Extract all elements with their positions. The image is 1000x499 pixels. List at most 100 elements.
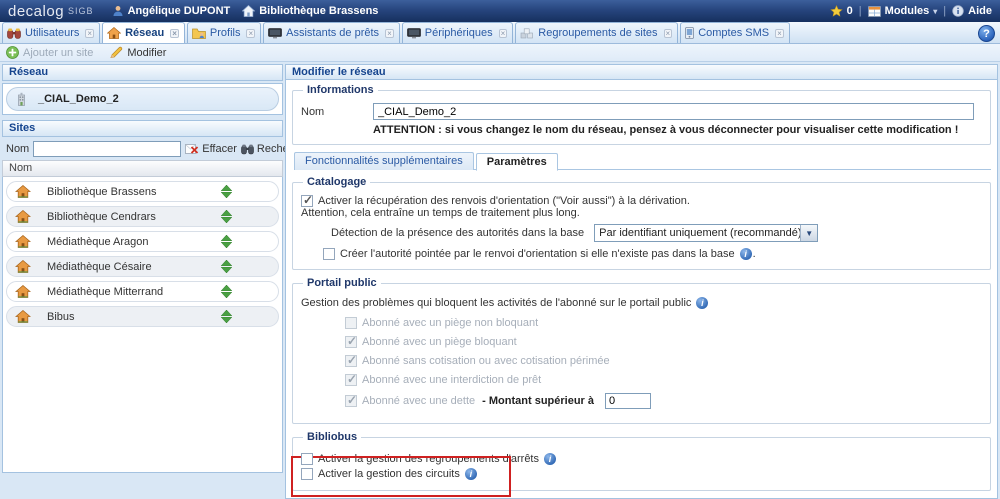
current-user[interactable]: Angélique DUPONT (112, 5, 231, 17)
add-plus-icon (6, 46, 19, 59)
site-label: Bibliothèque Brassens (47, 186, 156, 198)
site-label: Médiathèque Aragon (47, 236, 149, 248)
dette-checkbox (345, 395, 357, 407)
house-icon (15, 185, 31, 198)
tab-close-icon[interactable]: × (85, 29, 94, 38)
site-row-cendrars[interactable]: Bibliothèque Cendrars (6, 206, 279, 227)
regroupements-arrets-checkbox[interactable] (301, 453, 313, 465)
catalogage-legend: Catalogage (303, 176, 370, 188)
tab-close-icon[interactable]: × (775, 29, 784, 38)
tab-profils[interactable]: Profils × (187, 22, 261, 43)
main-tab-bar: Utilisateurs × Réseau × Profils × Assist… (0, 22, 1000, 44)
renvois-orientation-checkbox[interactable] (301, 195, 313, 207)
edit-network-header: Modifier le réseau (285, 64, 998, 80)
user-name: Angélique DUPONT (128, 5, 231, 17)
renvois-orientation-label: Activer la récupération des renvois d'or… (318, 195, 690, 207)
catalogage-fieldset: Catalogage Activer la récupération des r… (292, 176, 991, 270)
informations-legend: Informations (303, 84, 378, 96)
add-site-button[interactable]: Ajouter un site (6, 46, 93, 59)
info-icon[interactable]: i (465, 468, 477, 480)
piege-non-bloquant-label: Abonné avec un piège non bloquant (362, 317, 538, 329)
regroupements-arrets-label: Activer la gestion des regroupements d'a… (318, 453, 539, 465)
tab-label: Réseau (125, 27, 164, 39)
sort-arrows-icon[interactable] (221, 310, 232, 323)
tab-close-icon[interactable]: × (499, 29, 508, 38)
site-name: Bibliothèque Brassens (259, 5, 378, 17)
decalog-logo: decalog (8, 3, 64, 20)
site-search-input[interactable] (33, 141, 181, 157)
info-icon[interactable]: i (740, 248, 752, 260)
site-row-cesaire[interactable]: Médiathèque Césaire (6, 256, 279, 277)
dette-label: Abonné avec une dette (362, 395, 475, 407)
modify-button[interactable]: Modifier (109, 46, 166, 59)
tab-label: Périphériques (425, 27, 493, 39)
tab-comptes-sms[interactable]: Comptes SMS × (680, 22, 790, 43)
tab-reseau[interactable]: Réseau × (102, 22, 185, 43)
portail-intro-text: Gestion des problèmes qui bloquent les a… (301, 297, 691, 309)
home-icon (107, 27, 121, 39)
monitor-icon (407, 28, 421, 39)
tab-close-icon[interactable]: × (170, 29, 179, 38)
select-dropdown-arrow-icon[interactable]: ▼ (800, 225, 817, 241)
site-label: Bibliothèque Cendrars (47, 211, 156, 223)
montant-input[interactable] (605, 393, 651, 409)
clear-red-x-icon (185, 143, 199, 155)
bibliobus-legend: Bibliobus (303, 431, 361, 443)
user-icon (112, 5, 124, 17)
tab-label: Profils (210, 27, 241, 39)
edit-network-body: Informations Nom ATTENTION : si vous cha… (285, 80, 998, 499)
sort-arrows-icon[interactable] (221, 235, 232, 248)
tab-regroupements-de-sites[interactable]: Regroupements de sites × (515, 22, 678, 43)
edit-network-panel: Modifier le réseau Informations Nom ATTE… (285, 64, 998, 473)
tab-label: Utilisateurs (25, 27, 79, 39)
sort-arrows-icon[interactable] (221, 260, 232, 273)
house-icon (15, 210, 31, 223)
tab-close-icon[interactable]: × (664, 29, 673, 38)
sites-column-header[interactable]: Nom (2, 160, 283, 177)
tab-assistants-de-prets[interactable]: Assistants de prêts × (263, 22, 400, 43)
sort-arrows-icon[interactable] (221, 285, 232, 298)
tab-peripheriques[interactable]: Périphériques × (402, 22, 514, 43)
info-icon[interactable]: i (544, 453, 556, 465)
sans-cotisation-label: Abonné sans cotisation ou avec cotisatio… (362, 355, 610, 367)
clear-search-button[interactable]: Effacer (185, 143, 237, 155)
network-item[interactable]: _CIAL_Demo_2 (6, 87, 279, 111)
tab-close-icon[interactable]: × (385, 29, 394, 38)
info-icon[interactable]: i (696, 297, 708, 309)
network-item-label: _CIAL_Demo_2 (38, 93, 119, 105)
sort-arrows-icon[interactable] (221, 210, 232, 223)
tab-fonctionnalites-supplementaires[interactable]: Fonctionnalités supplémentaires (294, 152, 474, 170)
aide-label: Aide (968, 5, 992, 17)
site-row-mitterrand[interactable]: Médiathèque Mitterrand (6, 281, 279, 302)
montant-superieur-label: - Montant supérieur à (482, 395, 594, 407)
site-row-brassens[interactable]: Bibliothèque Brassens (6, 181, 279, 202)
house-icon (15, 310, 31, 323)
network-name-input[interactable] (373, 103, 974, 120)
tab-close-icon[interactable]: × (246, 29, 255, 38)
left-panel: Réseau _CIAL_Demo_2 Sites Nom Effacer (2, 64, 283, 473)
site-row-bibus[interactable]: Bibus (6, 306, 279, 327)
building-icon (15, 92, 28, 106)
help-menu[interactable]: Aide (952, 5, 992, 17)
tab-utilisateurs[interactable]: Utilisateurs × (2, 22, 100, 43)
sort-arrows-icon[interactable] (221, 185, 232, 198)
site-label: Médiathèque Mitterrand (47, 286, 163, 298)
house-icon (15, 285, 31, 298)
modules-menu[interactable]: Modules ▾ (868, 5, 938, 17)
site-row-aragon[interactable]: Médiathèque Aragon (6, 231, 279, 252)
piege-non-bloquant-checkbox (345, 317, 357, 329)
favorites-count: 0 (847, 5, 853, 17)
current-site[interactable]: Bibliothèque Brassens (242, 5, 378, 17)
detection-selected-value: Par identifiant uniquement (recommandé) (595, 227, 800, 239)
help-button[interactable]: ? (978, 25, 995, 42)
chevron-down-icon: ▾ (933, 7, 937, 16)
creer-autorite-checkbox[interactable] (323, 248, 335, 260)
detection-autorites-select[interactable]: Par identifiant uniquement (recommandé) … (594, 224, 818, 242)
circuits-checkbox[interactable] (301, 468, 313, 480)
favorites-indicator[interactable]: 0 (830, 5, 853, 18)
sites-group-icon (520, 28, 534, 39)
site-label: Bibus (47, 311, 75, 323)
site-list: Bibliothèque Brassens Bibliothèque Cendr… (2, 177, 283, 473)
tab-parametres[interactable]: Paramètres (476, 153, 558, 171)
sites-panel-header: Sites (2, 120, 283, 137)
